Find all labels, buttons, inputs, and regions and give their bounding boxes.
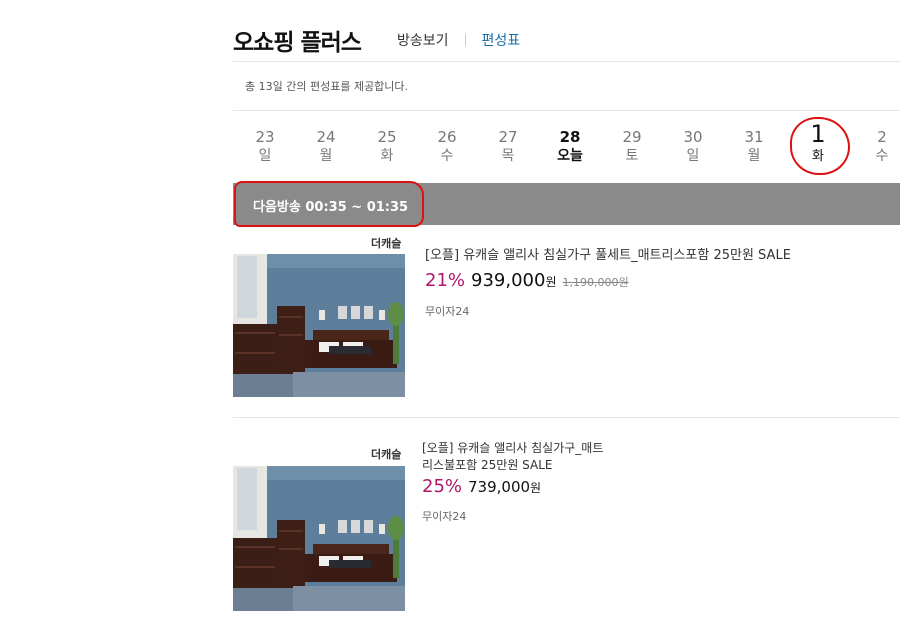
currency-label: 원 bbox=[545, 275, 557, 289]
tab-schedule[interactable]: 편성표 bbox=[482, 30, 521, 50]
date-item[interactable]: 23 일 bbox=[240, 128, 290, 166]
date-item[interactable]: 30 일 bbox=[668, 128, 718, 166]
product-title-line: [오플] 유캐슬 앨리사 침실가구_매트 bbox=[422, 441, 604, 455]
date-item[interactable]: 29 토 bbox=[607, 128, 657, 166]
date-item[interactable]: 25 화 bbox=[362, 128, 412, 166]
original-price: 1,190,000원 bbox=[562, 276, 629, 289]
tab-divider bbox=[464, 34, 466, 46]
installment-badge: 무이자24 bbox=[425, 305, 470, 318]
date-weekday: 월 bbox=[747, 148, 761, 164]
date-number: 31 bbox=[744, 128, 764, 146]
product-title[interactable]: [오플] 유캐슬 앨리사 침실가구 풀세트_매트리스포함 25만원 SALE bbox=[425, 247, 791, 264]
product-brand: 더캐슬 bbox=[371, 448, 402, 461]
date-number: 28 bbox=[559, 128, 581, 146]
date-number: 26 bbox=[437, 128, 457, 146]
date-weekday: 화 bbox=[380, 148, 394, 164]
product-brand: 더캐슬 bbox=[371, 237, 402, 250]
date-weekday: 오늘 bbox=[557, 148, 583, 164]
page-header: 오쇼핑 플러스 방송보기 편성표 bbox=[233, 18, 900, 62]
sale-price: 739,000 bbox=[468, 478, 531, 496]
next-broadcast-time: 다음방송 00:35 ~ 01:35 bbox=[253, 200, 409, 215]
date-weekday: 수 bbox=[875, 148, 889, 164]
date-item[interactable]: 27 목 bbox=[483, 128, 533, 166]
date-number: 24 bbox=[316, 128, 336, 146]
product-title[interactable]: [오플] 유캐슬 앨리사 침실가구_매트 리스불포함 25만원 SALE bbox=[422, 440, 603, 474]
product-item[interactable]: 더캐슬 [오플] 유캐슬 앨리사 침실가구 풀세트_매트리스포함 25만원 SA… bbox=[233, 232, 900, 412]
date-weekday: 수 bbox=[440, 148, 454, 164]
divider bbox=[233, 417, 900, 418]
date-weekday: 일 bbox=[258, 148, 272, 164]
date-number: 1 bbox=[810, 120, 826, 148]
sale-price: 939,000 bbox=[471, 270, 546, 291]
divider bbox=[233, 61, 900, 62]
date-item[interactable]: 31 월 bbox=[729, 128, 779, 166]
product-item[interactable]: 더캐슬 [오플] 유캐슬 앨리사 침실가구_매트 리스불포함 25만원 SALE… bbox=[233, 440, 900, 615]
divider bbox=[233, 110, 900, 111]
date-number: 27 bbox=[498, 128, 518, 146]
date-item-today[interactable]: 28 오늘 bbox=[545, 128, 595, 166]
page-title: 오쇼핑 플러스 bbox=[233, 30, 362, 56]
price-row: 25% 739,000 원 bbox=[422, 476, 547, 497]
date-number: 2 bbox=[877, 128, 887, 146]
date-weekday: 목 bbox=[501, 148, 515, 164]
date-strip: 23 일 24 월 25 화 26 수 27 목 28 오늘 29 토 30 일 31 월 1화 … bbox=[233, 118, 900, 180]
date-weekday: 토 bbox=[625, 148, 639, 164]
price-row: 21% 939,000 원 1,190,000원 bbox=[425, 270, 629, 291]
schedule-notice: 총 13일 간의 편성표를 제공합니다. bbox=[245, 80, 409, 93]
bedroom-image bbox=[233, 466, 405, 611]
date-weekday: 화 bbox=[812, 149, 824, 164]
date-item[interactable]: 2수 bbox=[857, 128, 900, 166]
discount-rate: 25% bbox=[422, 476, 463, 497]
installment-badge: 무이자24 bbox=[422, 510, 467, 523]
date-item[interactable]: 26 수 bbox=[422, 128, 472, 166]
date-weekday: 월 bbox=[319, 148, 333, 164]
date-number: 30 bbox=[683, 128, 703, 146]
date-number: 25 bbox=[377, 128, 397, 146]
tab-live[interactable]: 방송보기 bbox=[397, 30, 449, 50]
date-weekday: 일 bbox=[686, 148, 700, 164]
date-item[interactable]: 24 월 bbox=[301, 128, 351, 166]
discount-rate: 21% bbox=[425, 270, 466, 291]
currency-label: 원 bbox=[530, 481, 542, 495]
bedroom-image bbox=[233, 254, 405, 397]
product-title-line: 리스불포함 25만원 SALE bbox=[422, 458, 553, 472]
product-image[interactable] bbox=[233, 466, 405, 611]
product-image[interactable] bbox=[233, 254, 405, 397]
date-number: 29 bbox=[622, 128, 642, 146]
date-item-selected[interactable]: 1화 bbox=[793, 121, 843, 166]
date-number: 23 bbox=[255, 128, 275, 146]
